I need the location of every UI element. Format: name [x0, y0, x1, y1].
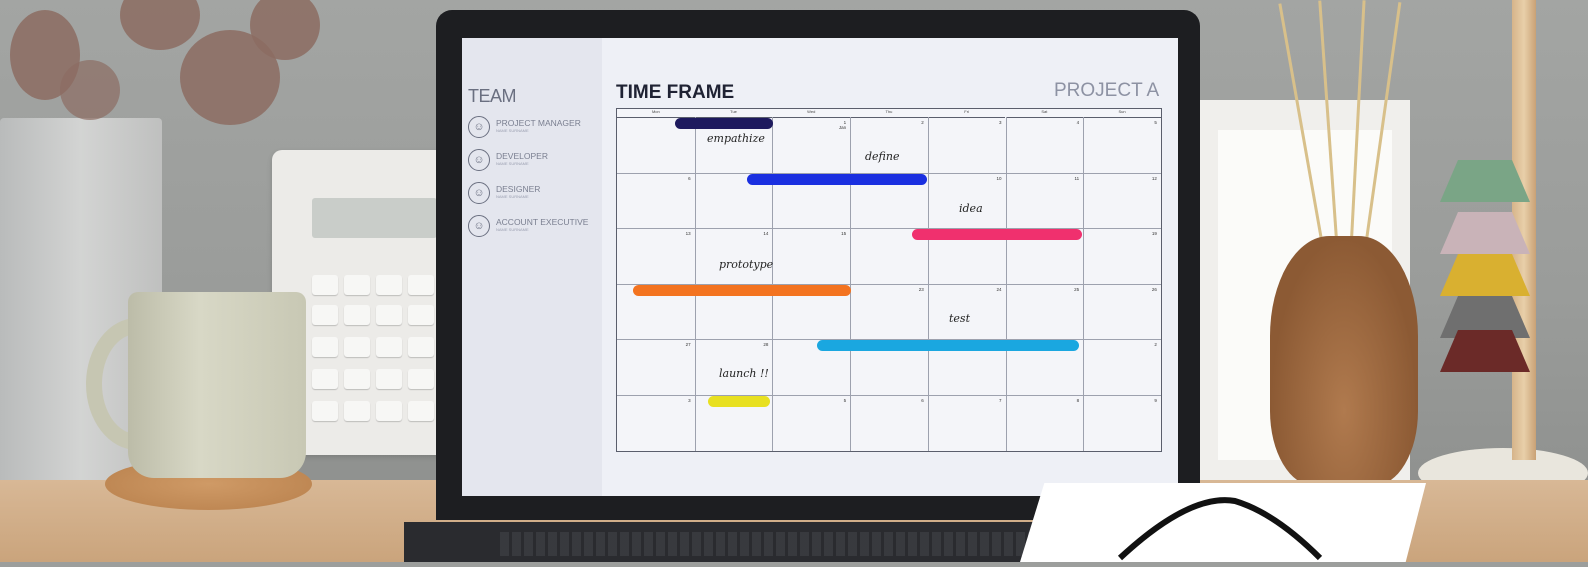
- member-name: NAME SURNAME: [496, 194, 529, 199]
- calculator-key: [344, 275, 370, 295]
- calculator-key: [312, 275, 338, 295]
- phase-bar: [747, 174, 927, 185]
- calculator-key: [344, 305, 370, 325]
- calendar-grid: MonTueWedThuFriSatSun1 Jan23456789101112…: [616, 108, 1162, 452]
- phase-label: empathize: [707, 132, 765, 145]
- laptop-keyboard: [500, 532, 1040, 556]
- phase-label: test: [949, 312, 970, 325]
- member-name: NAME SURNAME: [496, 227, 529, 232]
- phase-label: prototype: [719, 258, 774, 271]
- calculator-key: [408, 305, 434, 325]
- day-header: Fri: [927, 109, 1006, 118]
- phase-bar: [912, 229, 1082, 240]
- day-header: Wed: [772, 109, 851, 118]
- phase-bar: [675, 118, 773, 129]
- calculator-key: [408, 369, 434, 389]
- day-number: 15: [841, 231, 847, 237]
- calculator-key: [376, 369, 402, 389]
- phase-bar: [708, 396, 770, 407]
- day-number: 7: [998, 398, 1002, 403]
- day-number: 2: [921, 120, 924, 125]
- calculator-key: [408, 337, 434, 357]
- day-number: 1 Jan: [838, 120, 847, 130]
- calculator-key: [376, 337, 402, 357]
- day-number: 26: [1151, 286, 1157, 292]
- time-frame-title: TIME FRAME: [616, 82, 735, 103]
- day-number: 14: [763, 231, 769, 237]
- member-name: NAME SURNAME: [496, 128, 529, 133]
- day-number: 5: [1154, 120, 1157, 125]
- calculator-display: [312, 198, 437, 238]
- team-sidebar: TEAM ☺ PROJECT MANAGER NAME SURNAME ☺ DE…: [462, 38, 602, 496]
- arch-sketch: [1117, 497, 1323, 561]
- day-number: 6: [688, 175, 691, 181]
- day-number: 2: [1154, 342, 1157, 348]
- day-number: 12: [1151, 175, 1157, 181]
- day-number: 5: [843, 398, 847, 403]
- day-number: 9: [1154, 398, 1157, 403]
- calculator-key: [376, 401, 402, 421]
- calculator-key: [344, 337, 370, 357]
- team-title: TEAM: [468, 86, 517, 106]
- team-member: ☺ ACCOUNT EXECUTIVE NAME SURNAME: [468, 215, 598, 239]
- day-header: Tue: [694, 109, 773, 118]
- day-number: 11: [1074, 175, 1080, 181]
- day-number: 28: [763, 342, 769, 348]
- member-name: NAME SURNAME: [496, 161, 529, 166]
- day-number: 6: [921, 398, 924, 403]
- team-member: ☺ DESIGNER NAME SURNAME: [468, 182, 598, 206]
- calculator-key: [312, 305, 338, 325]
- eucalyptus-leaf: [60, 60, 120, 120]
- day-number: 13: [685, 231, 691, 237]
- calculator-key: [344, 401, 370, 421]
- day-number: 3: [688, 398, 691, 403]
- grid-line: [617, 395, 1161, 396]
- person-icon: ☺: [468, 215, 490, 237]
- phase-label: define: [865, 150, 900, 163]
- day-number: 4: [1076, 120, 1080, 125]
- white-paper-overlay: [1020, 483, 1426, 562]
- day-number: 10: [996, 175, 1002, 181]
- day-header: Sat: [1005, 109, 1084, 118]
- project-title: PROJECT A: [1054, 80, 1160, 101]
- day-number: 8: [1076, 398, 1080, 403]
- member-role: DESIGNER: [496, 184, 541, 194]
- day-header: Thu: [850, 109, 928, 118]
- day-number: 23: [918, 286, 924, 292]
- day-header: Sun: [1083, 109, 1161, 118]
- team-member: ☺ PROJECT MANAGER NAME SURNAME: [468, 116, 598, 140]
- member-role: PROJECT MANAGER: [496, 118, 581, 128]
- phase-label: launch !!: [719, 367, 769, 380]
- day-number: 24: [996, 286, 1002, 292]
- day-header: Mon: [617, 109, 695, 118]
- phase-label: idea: [959, 202, 983, 215]
- coffee-mug: [128, 292, 306, 478]
- phase-bar: [633, 285, 851, 296]
- member-role: DEVELOPER: [496, 151, 548, 161]
- laptop-screen: TEAM ☺ PROJECT MANAGER NAME SURNAME ☺ DE…: [462, 38, 1178, 496]
- calculator-key: [408, 401, 434, 421]
- calculator-key: [312, 401, 338, 421]
- calculator-key: [408, 275, 434, 295]
- calculator-key: [312, 369, 338, 389]
- team-member: ☺ DEVELOPER NAME SURNAME: [468, 149, 598, 173]
- person-icon: ☺: [468, 149, 490, 171]
- day-number: 19: [1151, 231, 1157, 237]
- calculator-key: [344, 369, 370, 389]
- person-icon: ☺: [468, 116, 490, 138]
- person-icon: ☺: [468, 182, 490, 204]
- day-number: 25: [1074, 286, 1080, 292]
- calculator-key: [312, 337, 338, 357]
- phase-bar: [817, 340, 1079, 351]
- calculator-key: [376, 305, 402, 325]
- calculator-key: [376, 275, 402, 295]
- day-number: 3: [998, 120, 1002, 125]
- day-number: 27: [685, 342, 691, 348]
- wooden-vase: [1270, 236, 1418, 486]
- member-role: ACCOUNT EXECUTIVE: [496, 217, 589, 227]
